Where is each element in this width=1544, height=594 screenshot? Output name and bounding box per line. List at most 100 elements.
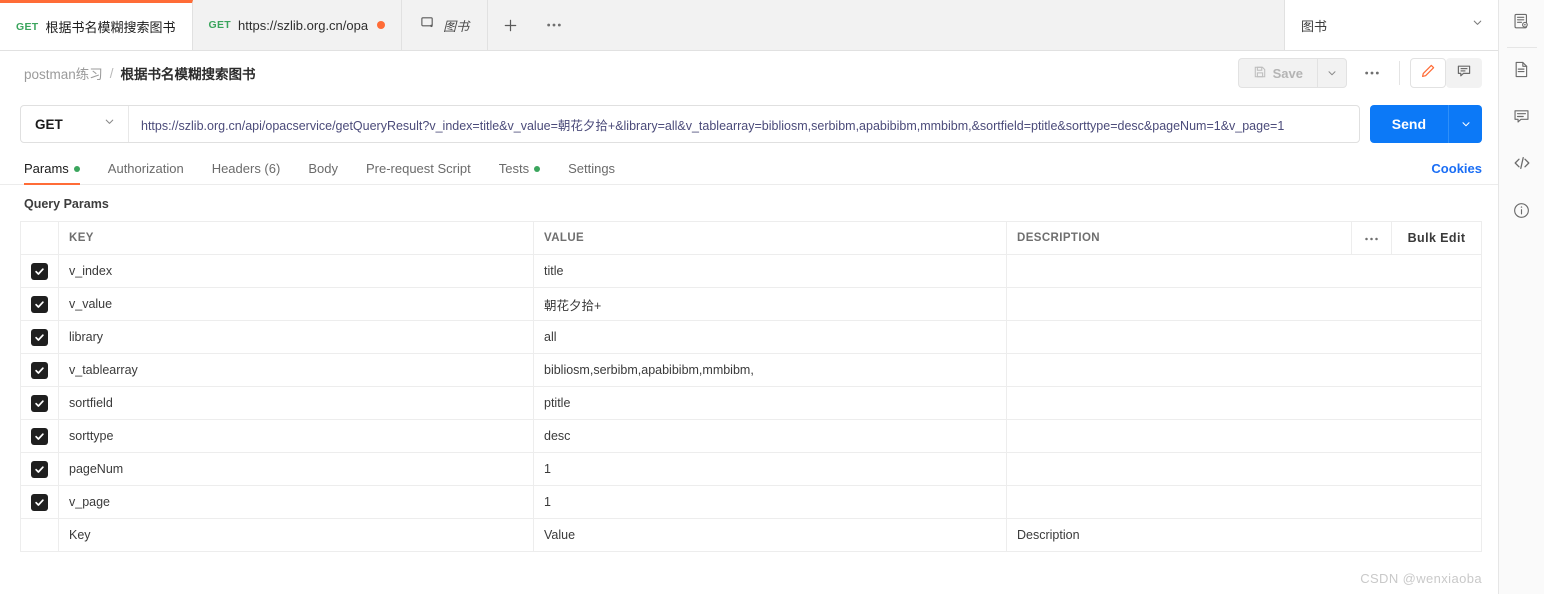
row-description-cell[interactable] — [1006, 320, 1482, 354]
bulk-edit-button[interactable]: Bulk Edit — [1408, 231, 1466, 245]
table-row[interactable]: library all — [20, 320, 1482, 354]
header-divider — [1399, 61, 1400, 85]
row-key-cell[interactable]: v_tablearray — [58, 353, 534, 387]
request-tab-1[interactable]: GET 根据书名模糊搜索图书 — [0, 0, 193, 50]
request-more-actions-button[interactable] — [1355, 58, 1389, 88]
right-sidebar — [1498, 0, 1544, 594]
row-checkbox[interactable] — [31, 328, 48, 346]
http-method-selector[interactable]: GET — [21, 106, 129, 142]
row-key-cell[interactable]: library — [58, 320, 534, 354]
row-value-cell[interactable]: title — [533, 254, 1007, 288]
environment-selector-label: 图书 — [1301, 18, 1328, 34]
new-param-key-input[interactable]: Key — [58, 518, 534, 552]
info-icon — [1512, 201, 1531, 225]
tab-params[interactable]: Params — [20, 161, 94, 185]
row-value-cell[interactable]: ptitle — [533, 386, 1007, 420]
tab-strip-spacer — [576, 0, 1284, 50]
table-row[interactable]: sorttype desc — [20, 419, 1482, 453]
tests-indicator-dot-icon — [534, 165, 541, 172]
save-button-group: Save — [1237, 58, 1347, 88]
send-options-button[interactable] — [1448, 105, 1482, 143]
row-description-cell[interactable] — [1006, 452, 1482, 486]
tab-pre-request-script[interactable]: Pre-request Script — [352, 161, 485, 184]
row-value-cell[interactable]: all — [533, 320, 1007, 354]
tab-authorization[interactable]: Authorization — [94, 161, 198, 184]
row-description-cell[interactable] — [1006, 386, 1482, 420]
tab-headers[interactable]: Headers (6) — [198, 161, 295, 184]
request-tab-2[interactable]: GET https://szlib.org.cn/opa — [192, 0, 403, 50]
query-params-title: Query Params — [24, 197, 109, 211]
send-button[interactable]: Send — [1369, 105, 1448, 143]
rail-doc-preview-button[interactable] — [1499, 0, 1544, 47]
row-key-cell[interactable]: v_page — [58, 485, 534, 519]
row-checkbox[interactable] — [31, 295, 48, 313]
rail-comments-button[interactable] — [1499, 95, 1544, 142]
url-input[interactable]: https://szlib.org.cn/api/opacservice/get… — [129, 106, 1359, 142]
tab-settings-label: Settings — [568, 161, 616, 176]
row-value-cell[interactable]: desc — [533, 419, 1007, 453]
row-value-cell[interactable]: bibliosm,serbibm,apabibibm,mmbibm, — [533, 353, 1007, 387]
params-indicator-dot-icon — [73, 165, 80, 172]
row-checkbox-cell — [20, 320, 59, 354]
row-checkbox[interactable] — [31, 361, 48, 379]
row-checkbox[interactable] — [31, 427, 48, 445]
row-checkbox[interactable] — [31, 394, 48, 412]
tab-body[interactable]: Body — [294, 161, 352, 184]
row-value-cell[interactable]: 朝花夕拾+ — [533, 287, 1007, 321]
row-description-cell[interactable] — [1006, 353, 1482, 387]
edit-request-button[interactable] — [1410, 58, 1446, 88]
environment-tab-label: 图书 — [443, 18, 470, 34]
row-key-cell[interactable]: v_index — [58, 254, 534, 288]
row-key-cell[interactable]: v_value — [58, 287, 534, 321]
new-param-description-input[interactable]: Description — [1006, 518, 1482, 552]
table-row[interactable]: sortfield ptitle — [20, 386, 1482, 420]
cookies-link[interactable]: Cookies — [1431, 161, 1482, 184]
table-row-empty[interactable]: Key Value Description — [20, 518, 1482, 552]
tab-strip-more-button[interactable] — [532, 0, 576, 50]
header-bulk-edit-cell: Bulk Edit — [1391, 221, 1482, 255]
tab-strip: GET 根据书名模糊搜索图书 GET https://szlib.org.cn/… — [0, 0, 1498, 51]
send-button-group: Send — [1369, 105, 1482, 143]
environment-selector[interactable]: 图书 — [1284, 0, 1498, 50]
rail-documentation-button[interactable] — [1499, 48, 1544, 95]
new-param-value-input[interactable]: Value — [533, 518, 1007, 552]
save-button[interactable]: Save — [1237, 58, 1317, 88]
comment-request-button[interactable] — [1446, 58, 1482, 88]
tab-settings[interactable]: Settings — [554, 161, 629, 184]
rail-code-snippet-button[interactable] — [1499, 142, 1544, 189]
row-checkbox[interactable] — [31, 262, 48, 280]
row-checkbox-cell — [20, 254, 59, 288]
row-value-cell[interactable]: 1 — [533, 485, 1007, 519]
http-method-label: GET — [35, 116, 63, 132]
row-description-cell[interactable] — [1006, 485, 1482, 519]
monitor-icon — [420, 15, 435, 35]
watermark: CSDN @wenxiaoba — [1360, 571, 1482, 586]
header-key-cell: KEY — [58, 221, 534, 255]
save-options-button[interactable] — [1317, 58, 1347, 88]
tab-params-label: Params — [24, 161, 69, 176]
row-description-cell[interactable] — [1006, 287, 1482, 321]
row-key-cell[interactable]: pageNum — [58, 452, 534, 486]
row-checkbox[interactable] — [31, 493, 48, 511]
breadcrumb-parent[interactable]: postman练习 — [24, 63, 103, 83]
table-row[interactable]: v_tablearray bibliosm,serbibm,apabibibm,… — [20, 353, 1482, 387]
row-checkbox[interactable] — [31, 460, 48, 478]
table-row[interactable]: v_value 朝花夕拾+ — [20, 287, 1482, 321]
params-more-button[interactable] — [1364, 231, 1379, 245]
row-key-cell[interactable]: sortfield — [58, 386, 534, 420]
row-description-cell[interactable] — [1006, 419, 1482, 453]
rail-info-button[interactable] — [1499, 189, 1544, 236]
environment-tab[interactable]: 图书 — [402, 0, 489, 50]
table-row[interactable]: pageNum 1 — [20, 452, 1482, 486]
save-disk-icon — [1253, 65, 1267, 82]
document-icon — [1512, 60, 1531, 84]
row-value-cell[interactable]: 1 — [533, 452, 1007, 486]
table-row[interactable]: v_page 1 — [20, 485, 1482, 519]
breadcrumb: postman练习 / 根据书名模糊搜索图书 — [24, 63, 256, 83]
table-row[interactable]: v_index title — [20, 254, 1482, 288]
row-description-cell[interactable] — [1006, 254, 1482, 288]
code-icon — [1512, 153, 1532, 178]
row-key-cell[interactable]: sorttype — [58, 419, 534, 453]
tab-tests[interactable]: Tests — [485, 161, 554, 184]
new-tab-button[interactable] — [488, 0, 532, 50]
